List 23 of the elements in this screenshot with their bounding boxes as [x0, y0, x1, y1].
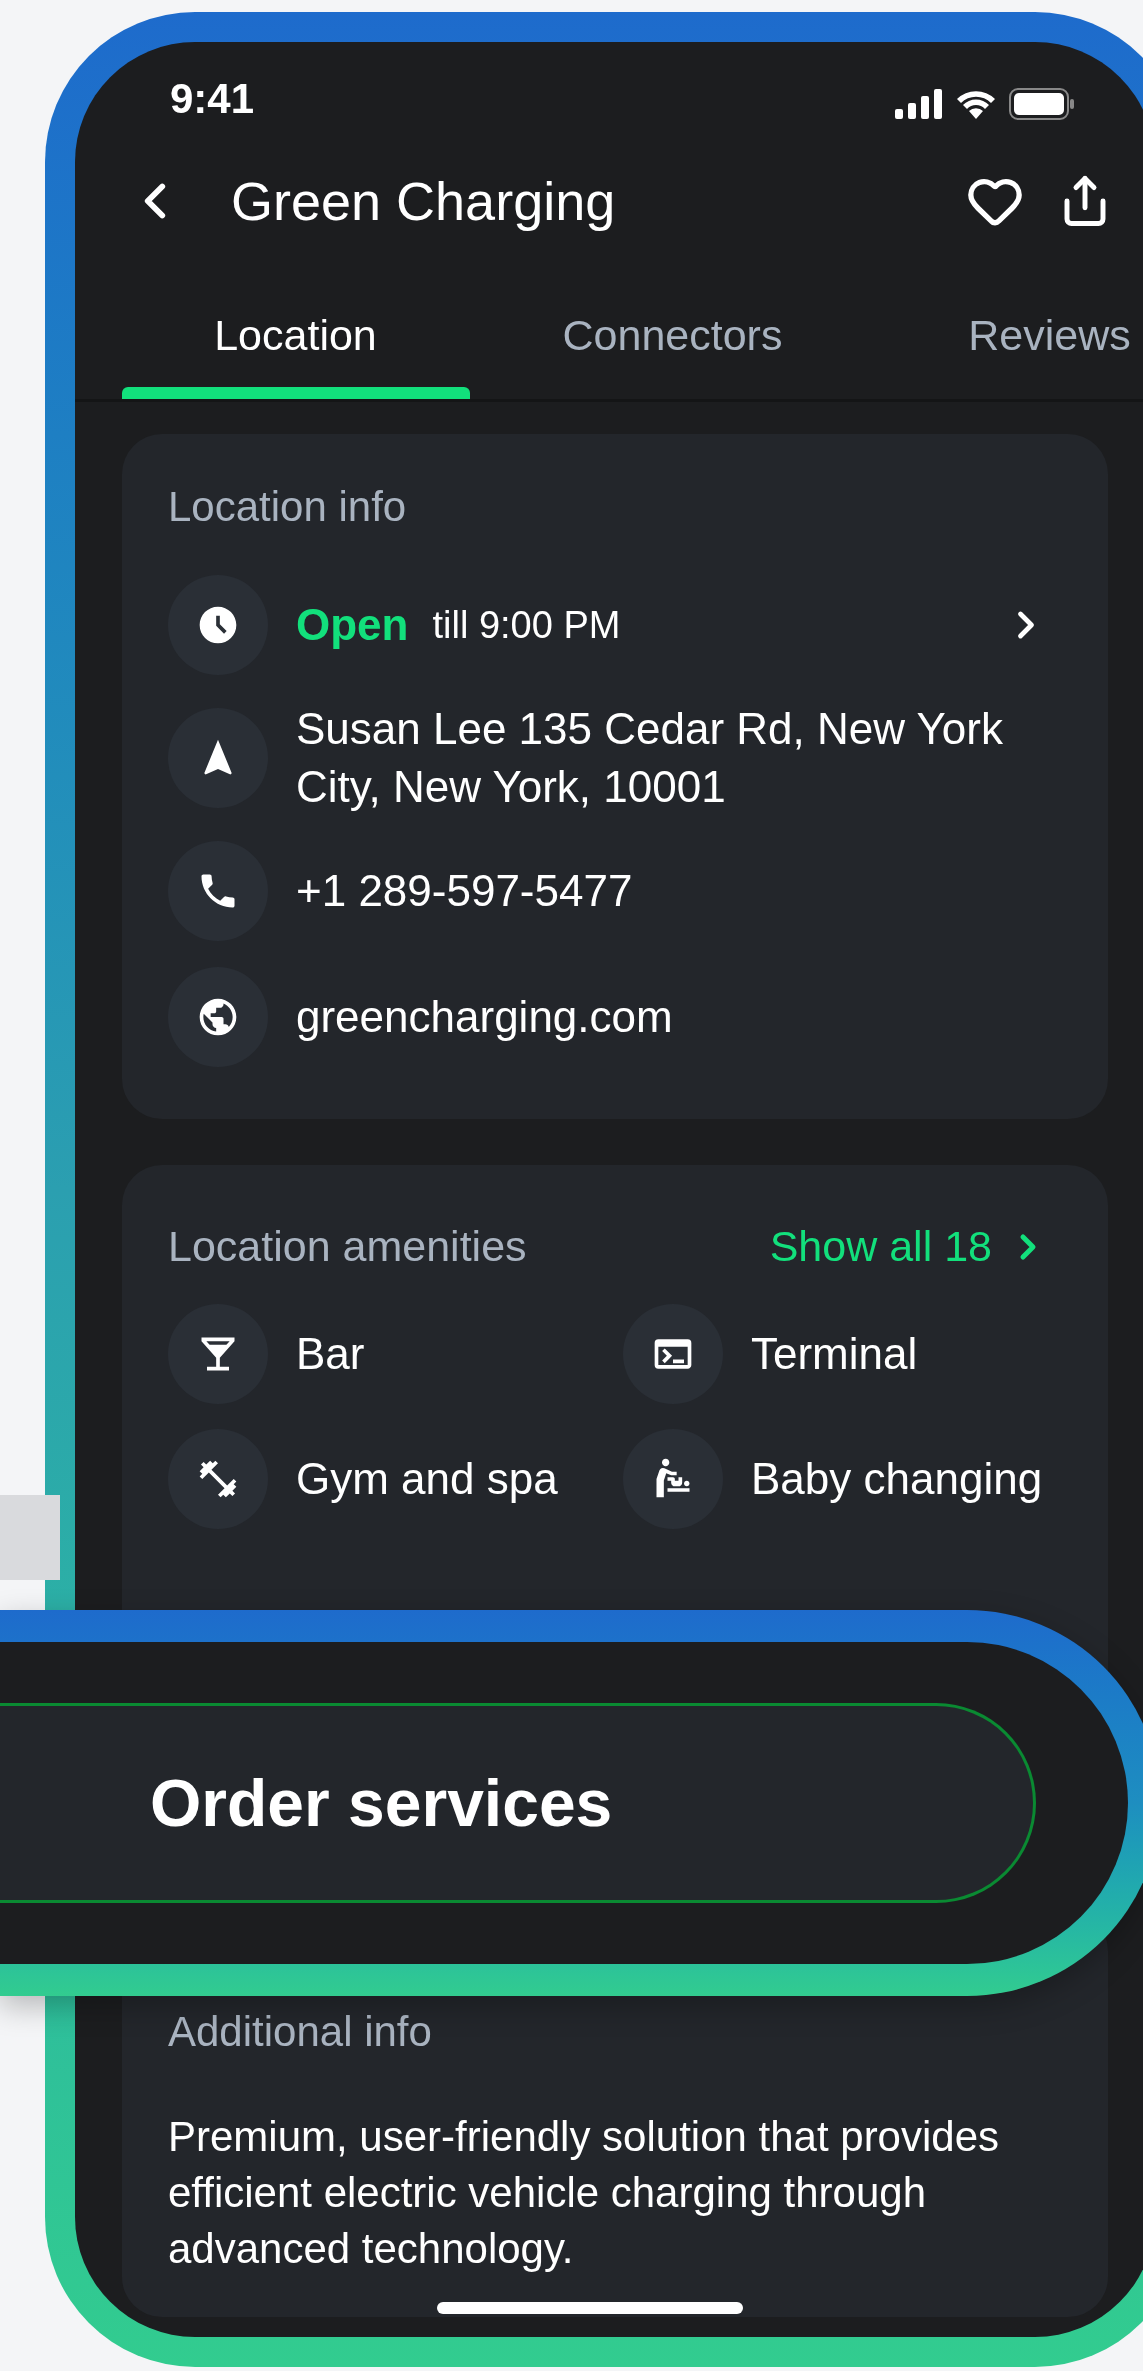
amenity-label: Bar: [296, 1332, 365, 1376]
amenity-label: Gym and spa: [296, 1457, 558, 1501]
order-services-button[interactable]: Order services: [0, 1703, 1036, 1903]
hours-text: till 9:00 PM: [432, 602, 621, 648]
section-title: Additional info: [168, 2011, 433, 2053]
amenity-label: Terminal: [751, 1332, 918, 1376]
wifi-icon: [955, 89, 997, 119]
open-status: Open: [296, 599, 409, 651]
phone-number[interactable]: +1 289-597-5477: [296, 862, 1048, 920]
section-title: Location info: [168, 486, 408, 528]
tab[interactable]: Location: [107, 276, 484, 399]
battery-icon: [1009, 88, 1075, 120]
section-title: Location amenities: [168, 1225, 527, 1268]
show-all-link[interactable]: Show all 18: [769, 1225, 1048, 1268]
status-time: 9:41: [170, 78, 255, 120]
amenity-label: Baby changing: [751, 1457, 1043, 1501]
tab[interactable]: Connectors: [484, 276, 861, 399]
website-link[interactable]: greencharging.com: [296, 988, 1048, 1046]
opening-hours-row[interactable]: Open till 9:00 PM: [296, 592, 1048, 658]
description-text: Premium, user-friendly solution that provides efficient electric vehicle charging through advanced technology.: [168, 2112, 1001, 2274]
signal-icon: [895, 89, 943, 119]
tab[interactable]: Reviews: [861, 276, 1143, 399]
address-text: Susan Lee 135 Cedar Rd, New York City, New York, 10001: [296, 703, 1004, 813]
